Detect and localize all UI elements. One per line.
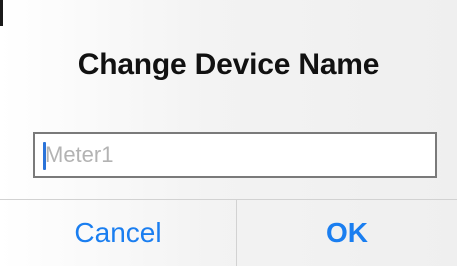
- change-device-name-dialog: Change Device Name Cancel OK: [0, 0, 457, 266]
- window-edge-mark: [0, 0, 3, 26]
- ok-button[interactable]: OK: [237, 200, 457, 266]
- device-name-input[interactable]: [35, 134, 435, 176]
- dialog-title: Change Device Name: [77, 48, 380, 81]
- device-name-field[interactable]: [33, 132, 437, 178]
- cancel-button[interactable]: Cancel: [0, 200, 236, 266]
